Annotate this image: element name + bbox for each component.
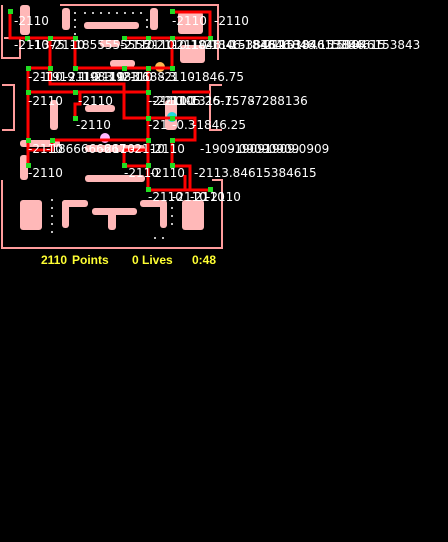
overlay-value-label: -2110 <box>172 14 207 28</box>
overlay-value-label: -2110 <box>150 166 185 180</box>
overlay-value-label: -1909.0909 <box>260 142 330 156</box>
overlay-value-label: -2113.84615384615 <box>194 166 317 180</box>
overlay-value-label: -2110 <box>78 94 113 108</box>
overlay-value-label: -2110 <box>150 142 185 156</box>
overlay-value-label: -1846.153846153843 <box>290 38 421 52</box>
overlay-value-label: -7288136 <box>250 94 308 108</box>
game-screen: -2110 -2110 -2110 -2110 -1375 -2110 -185555555… <box>0 0 448 542</box>
overlay-value-label: -2110 <box>206 190 241 204</box>
overlay-value-label: -1846.75 <box>190 70 244 84</box>
overlay-value-label: -2110 <box>14 14 49 28</box>
score-label: Points <box>72 253 109 267</box>
game-timer: 0:48 <box>192 253 217 267</box>
overlay-value-label: -2110 <box>76 118 111 132</box>
lives-counter: 0 Lives <box>132 253 173 267</box>
overlay-value-label: -2110 <box>28 94 63 108</box>
overlay-value-label: -21 <box>148 118 168 132</box>
overlay-value-label: -2110 <box>28 166 63 180</box>
overlay-value-label: -1846.25 <box>192 118 246 132</box>
overlay-value-label: -2110 <box>214 14 249 28</box>
score-value: 2110 <box>41 253 68 267</box>
